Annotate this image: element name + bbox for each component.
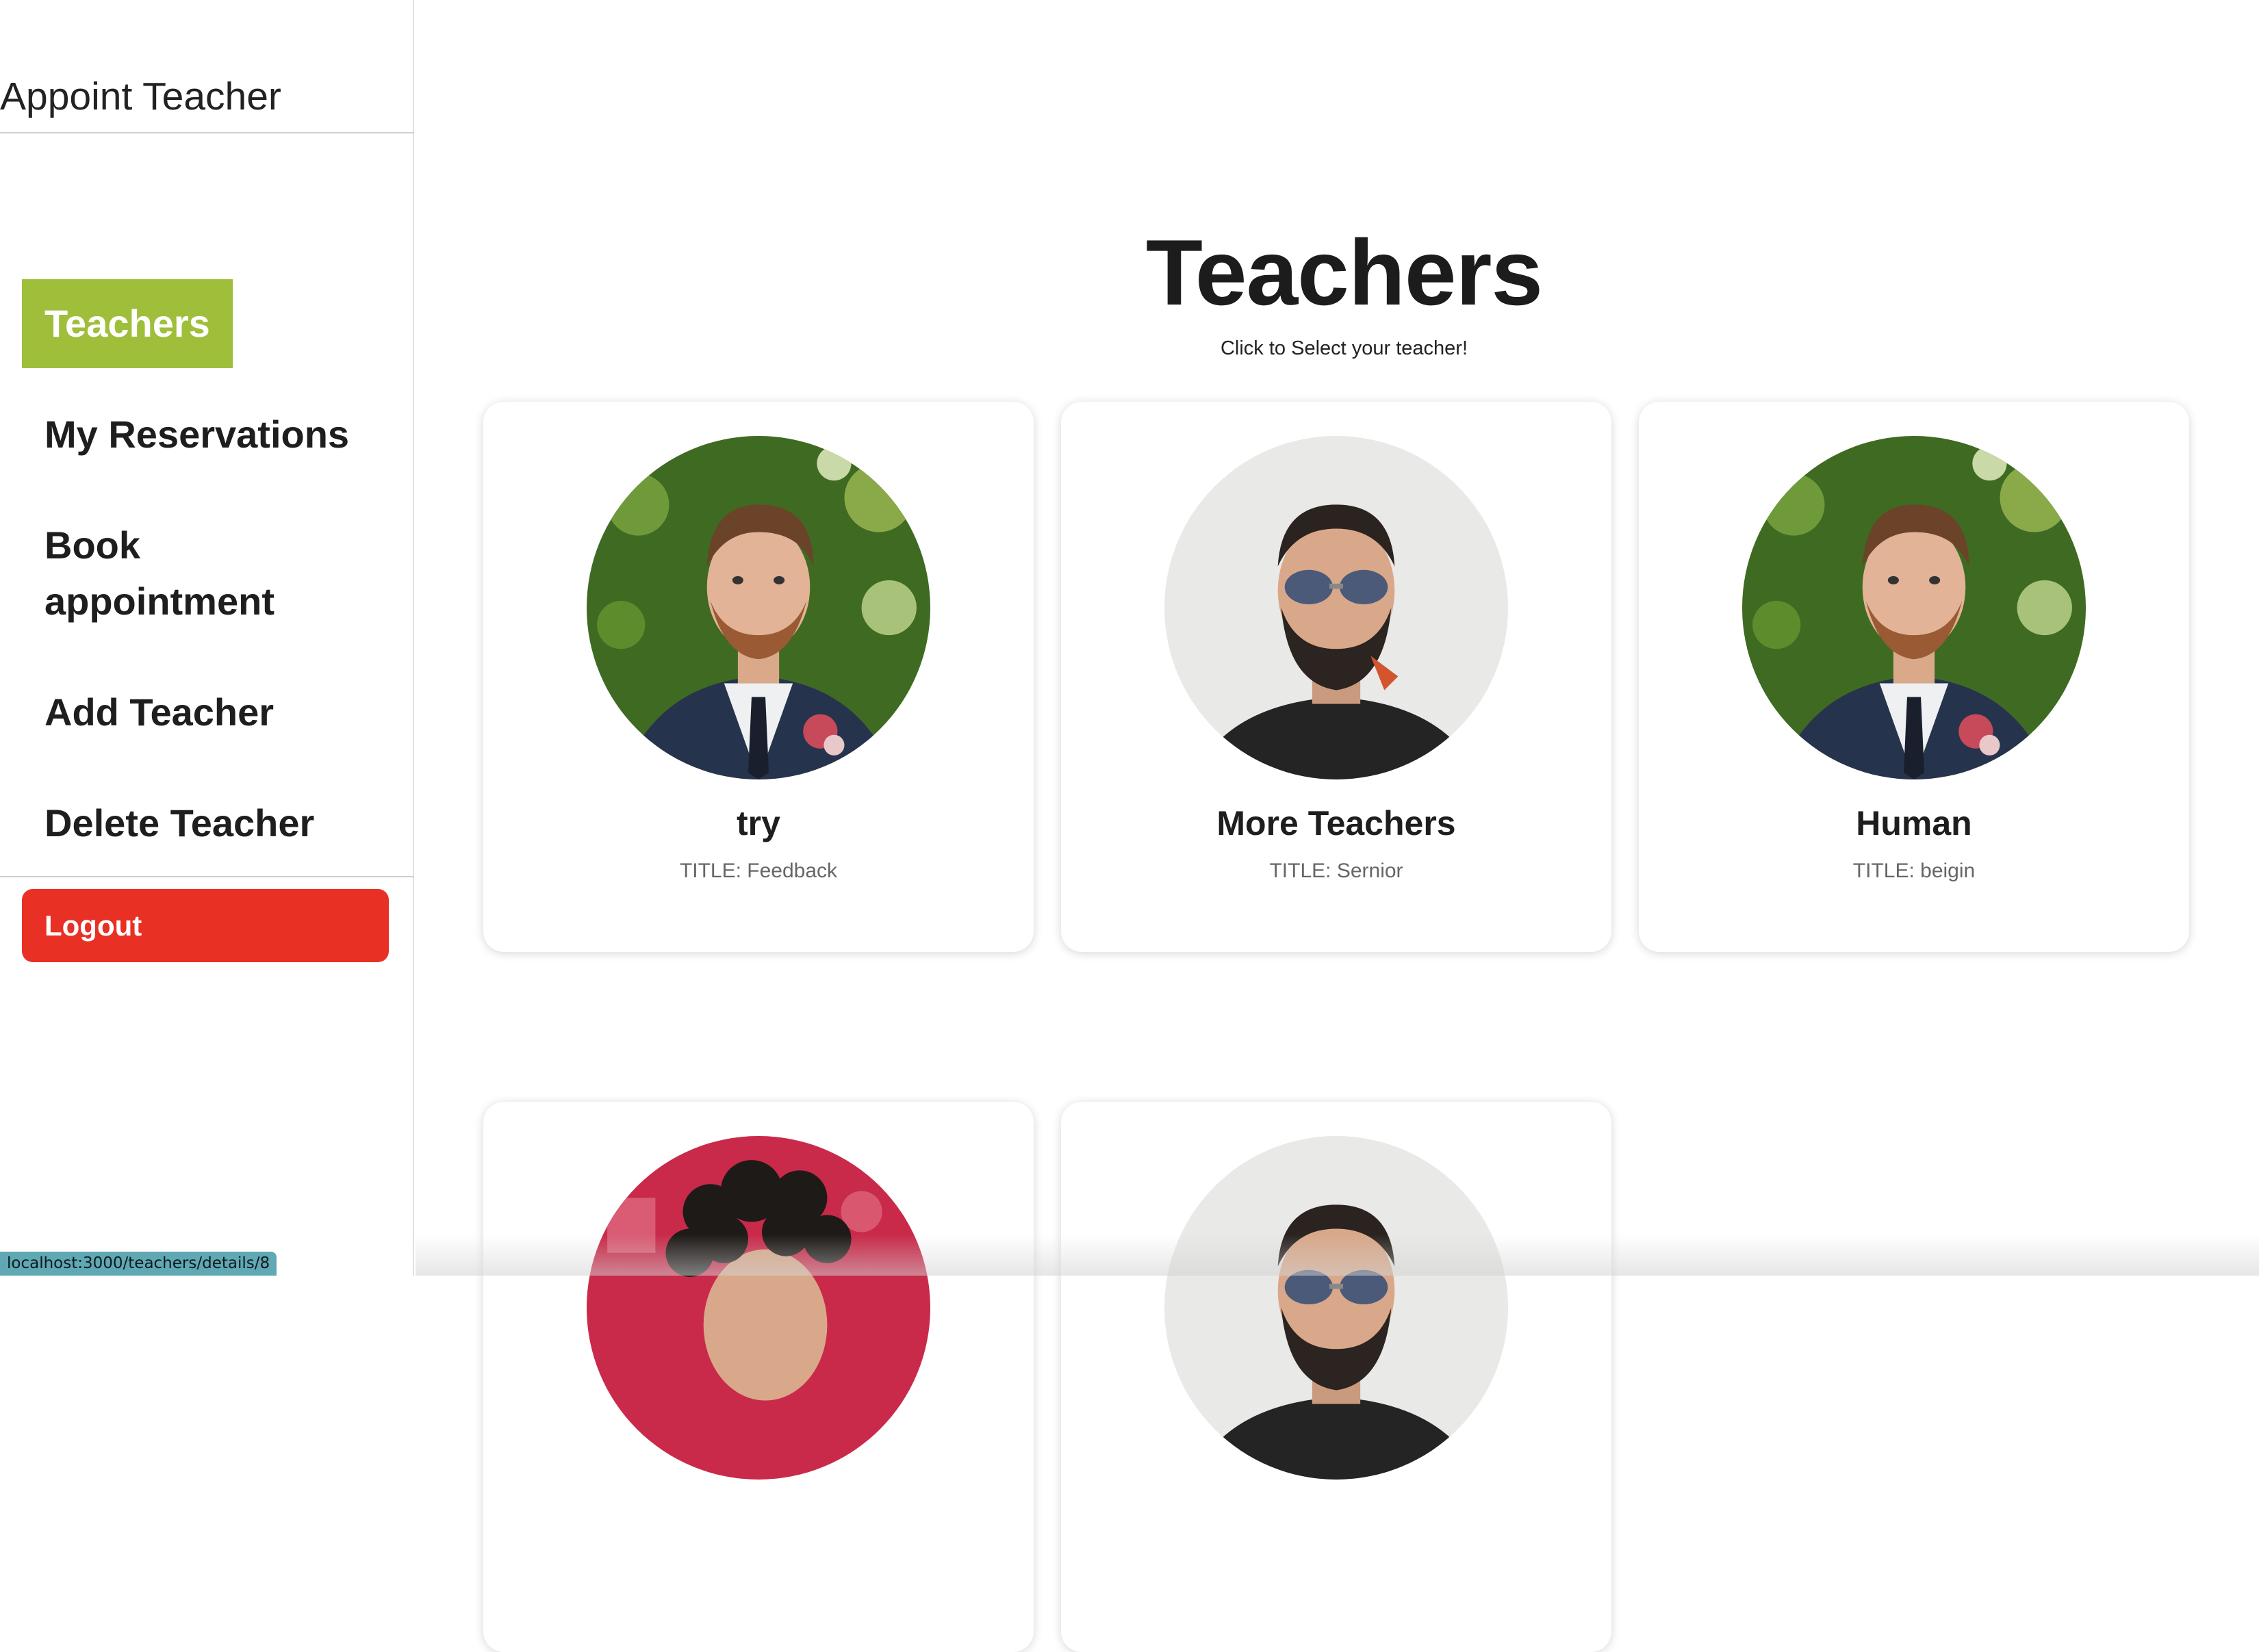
- link-status-bar: localhost:3000/teachers/details/8: [0, 1252, 277, 1276]
- curly-hair-person-red-background-photo: [587, 1136, 930, 1480]
- bearded-man-suit-garden-photo: [1742, 436, 2086, 779]
- app-brand[interactable]: Appoint Teacher: [0, 74, 281, 119]
- nav-item-my-reservations[interactable]: My Reservations: [22, 406, 372, 463]
- page-title-text: Teachers: [1146, 219, 1542, 326]
- teacher-name: try: [483, 803, 1034, 843]
- nav-item-add-teacher[interactable]: Add Teacher: [22, 684, 296, 740]
- teacher-card[interactable]: More Teachers TITLE: Sernior: [1061, 402, 1611, 952]
- sidebar: Appoint Teacher Teachers My Reservations…: [0, 0, 414, 1276]
- teacher-avatar: [1164, 1136, 1508, 1480]
- logout-button[interactable]: Logout: [22, 889, 389, 962]
- teacher-avatar: [587, 436, 930, 779]
- divider: [0, 132, 414, 133]
- teacher-title: TITLE: Feedback: [483, 860, 1034, 883]
- teacher-title: TITLE: beigin: [1639, 860, 2189, 883]
- teacher-card[interactable]: [483, 1102, 1034, 1652]
- teacher-card[interactable]: Human TITLE: beigin: [1639, 402, 2189, 952]
- teacher-name: Human: [1639, 803, 2189, 843]
- nav-item-teachers[interactable]: Teachers: [22, 279, 233, 368]
- nav-item-delete-teacher[interactable]: Delete Teacher: [22, 795, 337, 851]
- teacher-avatar: [587, 1136, 930, 1480]
- teacher-title: TITLE: Sernior: [1061, 860, 1611, 883]
- teacher-name: More Teachers: [1061, 803, 1611, 843]
- teacher-avatar: [1742, 436, 2086, 779]
- bearded-man-sunglasses-photo: [1164, 1136, 1508, 1480]
- nav-item-book-appointment[interactable]: Book appointment: [22, 517, 344, 630]
- teacher-card[interactable]: [1061, 1102, 1611, 1652]
- page-subtitle-text: Click to Select your teacher!: [1221, 337, 1468, 360]
- page-subtitle: Click to Select your teacher!: [416, 337, 2259, 360]
- bearded-man-sunglasses-photo: [1164, 436, 1508, 779]
- bearded-man-suit-garden-photo: [587, 436, 930, 779]
- teacher-card[interactable]: try TITLE: Feedback: [483, 402, 1034, 952]
- divider: [0, 876, 414, 877]
- teacher-avatar: [1164, 436, 1508, 779]
- page-title: Teachers: [416, 219, 2259, 326]
- main-content: Teachers Click to Select your teacher!: [416, 0, 2259, 1276]
